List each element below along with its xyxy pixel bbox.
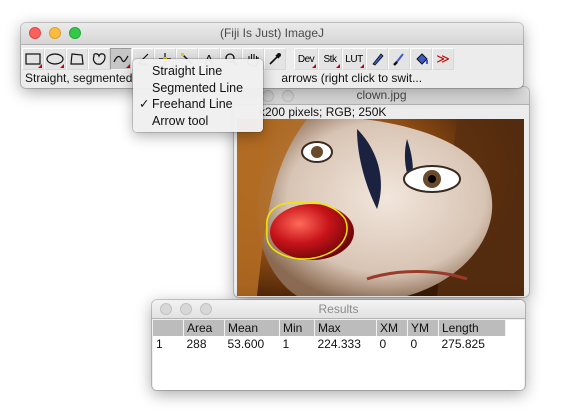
menu-item-label: Straight Line <box>152 64 223 78</box>
image-titlebar[interactable]: clown.jpg <box>234 87 529 105</box>
table-row[interactable]: 1 288 53.600 1 224.333 0 0 275.825 <box>153 336 506 352</box>
lut-label: LUT <box>345 53 363 65</box>
more-tools-label: ≫ <box>436 51 450 66</box>
clown-photo <box>237 119 524 296</box>
freehand-selection-tool-button[interactable] <box>88 48 110 70</box>
table-cell: 0 <box>407 336 439 352</box>
zoom-button[interactable] <box>282 90 294 102</box>
image-window: clown.jpg k200 pixels; RGB; 250K <box>234 87 529 297</box>
results-table: Area Mean Min Max XM YM Length 1 288 53.… <box>153 320 506 352</box>
line-tool-menu: Straight Line Segmented Line ✓ Freehand … <box>133 59 263 132</box>
flood-fill-tool-button[interactable] <box>410 48 432 70</box>
table-cell: 1 <box>153 336 184 352</box>
column-header[interactable]: Length <box>438 320 506 336</box>
lut-menu-button[interactable]: LUT <box>342 48 366 70</box>
paint-bucket-icon <box>415 52 428 65</box>
eyedropper-icon <box>269 53 281 65</box>
more-tools-button[interactable]: ≫ <box>432 48 454 70</box>
column-header[interactable]: Min <box>279 320 315 336</box>
column-header[interactable]: Max <box>314 320 377 336</box>
imagej-toolbar: A Dev Stk LUT ≫ <box>21 45 523 70</box>
dev-menu-button[interactable]: Dev <box>294 48 318 70</box>
column-header[interactable]: Area <box>183 320 225 336</box>
results-window: Results Area Mean Min Max XM YM Length 1… <box>152 300 525 390</box>
image-title: clown.jpg <box>356 88 407 102</box>
window-title: (Fiji Is Just) ImageJ <box>219 26 324 40</box>
minimize-button[interactable] <box>262 90 274 102</box>
column-header[interactable]: XM <box>376 320 408 336</box>
menu-item-arrow-tool[interactable]: Arrow tool <box>133 113 263 130</box>
column-header[interactable] <box>153 320 184 336</box>
minimize-button[interactable] <box>49 27 61 39</box>
menu-item-segmented-line[interactable]: Segmented Line <box>133 80 263 97</box>
minimize-button[interactable] <box>180 303 192 315</box>
column-header[interactable]: YM <box>407 320 439 336</box>
results-title: Results <box>318 302 359 316</box>
image-info: k200 pixels; RGB; 250K <box>259 105 387 119</box>
results-titlebar[interactable]: Results <box>152 300 525 319</box>
zoom-button[interactable] <box>200 303 212 315</box>
status-text: Straight, segmented <box>25 71 133 85</box>
imagej-main-window: (Fiji Is Just) ImageJ Dev Stk LUT ≫ Stra… <box>21 23 523 88</box>
checkmark-icon: ✓ <box>139 97 150 111</box>
polygon-icon <box>70 53 84 65</box>
table-cell: 1 <box>279 336 315 352</box>
table-header-row: Area Mean Min Max XM YM Length <box>153 320 506 336</box>
menu-item-label: Segmented Line <box>152 80 244 95</box>
column-header[interactable]: Mean <box>224 320 280 336</box>
oval-tool-button[interactable] <box>44 48 66 70</box>
pencil-tool-button[interactable] <box>366 48 388 70</box>
table-cell: 275.825 <box>438 336 506 352</box>
table-cell: 288 <box>183 336 225 352</box>
table-cell: 0 <box>376 336 408 352</box>
table-cell: 224.333 <box>314 336 377 352</box>
stk-menu-button[interactable]: Stk <box>318 48 342 70</box>
image-canvas[interactable] <box>237 119 524 296</box>
line-tool-button[interactable] <box>110 48 132 70</box>
dev-label: Dev <box>297 53 315 65</box>
brush-icon <box>393 53 404 66</box>
zoom-button[interactable] <box>69 27 81 39</box>
polygon-tool-button[interactable] <box>66 48 88 70</box>
menu-item-label: Arrow tool <box>152 113 209 128</box>
menu-item-straight-line[interactable]: Straight Line <box>133 63 263 80</box>
close-button[interactable] <box>29 27 41 39</box>
pencil-icon <box>372 53 384 66</box>
stk-label: Stk <box>323 53 337 65</box>
table-cell: 53.600 <box>224 336 280 352</box>
close-button[interactable] <box>160 303 172 315</box>
rectangle-tool-button[interactable] <box>22 48 44 70</box>
status-text-right: arrows (right click to swit... <box>281 71 423 85</box>
imagej-titlebar[interactable]: (Fiji Is Just) ImageJ <box>21 23 523 45</box>
menu-item-label: Freehand Line <box>152 97 233 111</box>
brush-tool-button[interactable] <box>388 48 410 70</box>
menu-item-freehand-line[interactable]: ✓ Freehand Line <box>133 96 263 113</box>
freehand-shape-icon <box>92 53 106 65</box>
color-picker-tool-button[interactable] <box>264 48 286 70</box>
